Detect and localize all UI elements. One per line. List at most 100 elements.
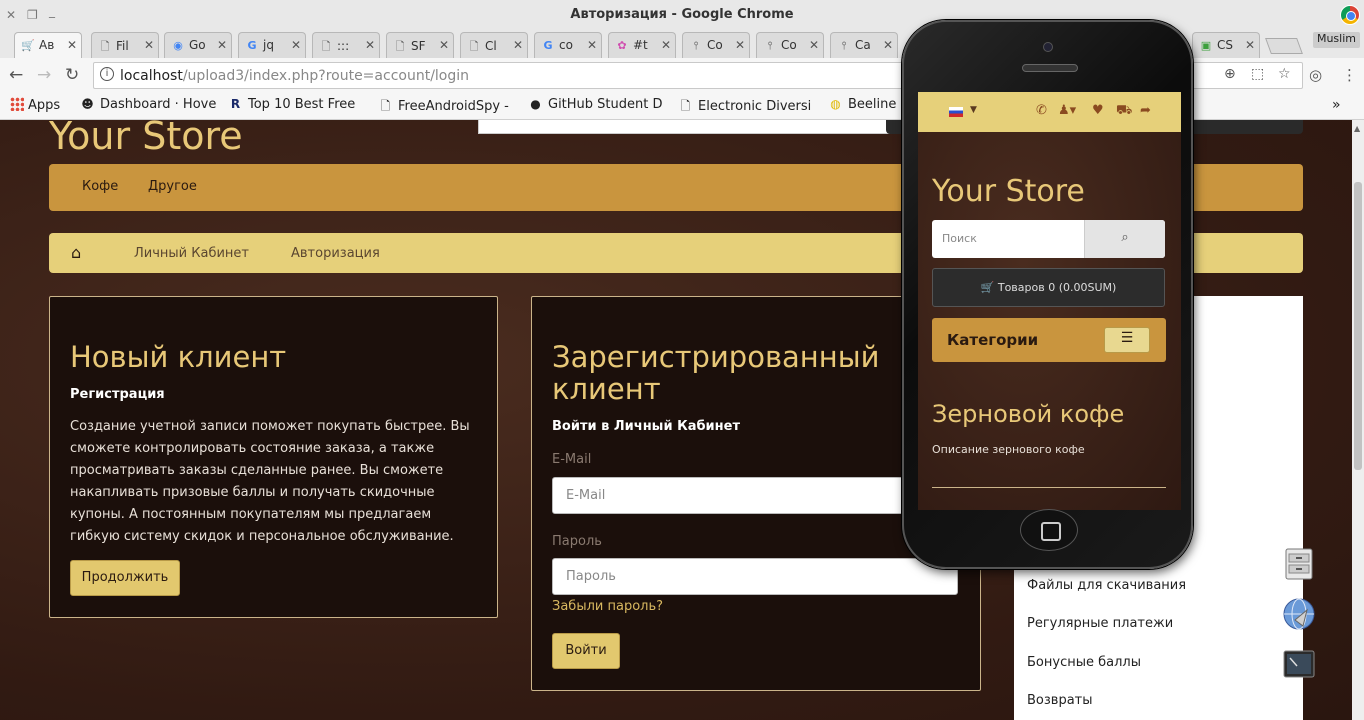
tab-close-icon[interactable]: ✕: [661, 38, 671, 52]
russia-flag-icon[interactable]: [949, 107, 963, 117]
tab-close-icon[interactable]: ✕: [809, 38, 819, 52]
home-icon[interactable]: ⌂: [71, 243, 81, 262]
tab-label: Fil: [116, 39, 129, 53]
tab-close-icon[interactable]: ✕: [144, 38, 154, 52]
tab[interactable]: 🗋 SF ✕: [386, 32, 454, 58]
search-icon[interactable]: ⌕: [1084, 220, 1165, 258]
reload-icon[interactable]: ↻: [65, 65, 79, 85]
forgot-password-link[interactable]: Забыли пароль?: [552, 599, 663, 614]
scrollbar-thumb[interactable]: [1354, 182, 1362, 470]
continue-button[interactable]: Продолжить: [70, 560, 180, 596]
scroll-up-icon[interactable]: ▲: [1354, 124, 1360, 133]
tab[interactable]: ⫯ Co ✕: [682, 32, 750, 58]
password-field[interactable]: Пароль: [552, 558, 958, 595]
terminal-icon[interactable]: [1281, 646, 1317, 682]
email-field[interactable]: E-Mail: [552, 477, 958, 514]
sidebar-item-reward-points[interactable]: Бонусные баллы: [1027, 655, 1141, 670]
profile-button[interactable]: Muslim: [1312, 32, 1360, 48]
category-title: Зерновой кофе: [932, 400, 1125, 428]
forward-icon[interactable]: →: [37, 65, 51, 85]
password-label: Пароль: [552, 534, 602, 549]
new-tab-button[interactable]: [1265, 38, 1303, 54]
tab-close-icon[interactable]: ✕: [587, 38, 597, 52]
bookmark-item[interactable]: ☻ Dashboard · Hove: [80, 97, 218, 112]
tab-close-icon[interactable]: ✕: [513, 38, 523, 52]
tab-label: Ca: [855, 38, 871, 52]
tab-label: :::: [337, 39, 350, 53]
tab[interactable]: Gco ✕: [534, 32, 602, 58]
menu-icon[interactable]: ⋮: [1342, 66, 1357, 84]
tab-close-icon[interactable]: ✕: [365, 38, 375, 52]
register-description: Создание учетной записи поможет покупать…: [70, 419, 470, 544]
tab[interactable]: 🗋::: ✕: [312, 32, 380, 58]
bookmark-item[interactable]: ◍ Beeline: [828, 97, 908, 112]
tab-label: Co: [781, 38, 797, 52]
info-icon[interactable]: i: [100, 67, 114, 81]
phone-cart-button[interactable]: 🛒 Товаров 0 (0.00SUM): [932, 268, 1165, 307]
category-description: Описание зернового кофе: [932, 443, 1085, 456]
file-cabinet-icon[interactable]: [1281, 546, 1317, 582]
tab-close-icon[interactable]: ✕: [217, 38, 227, 52]
zoom-icon[interactable]: ⊕: [1224, 66, 1236, 82]
phone-store-logo[interactable]: Your Store: [932, 174, 1085, 209]
phone-search-input[interactable]: Поиск: [942, 232, 977, 245]
bookmark-star-icon[interactable]: ☆: [1278, 66, 1291, 82]
tab-close-icon[interactable]: ✕: [883, 38, 893, 52]
tab[interactable]: 🗋 Fil ✕: [91, 32, 159, 58]
user-icon[interactable]: ♟▾: [1058, 103, 1076, 118]
tab[interactable]: 🗋 Cl ✕: [460, 32, 528, 58]
breadcrumb-login[interactable]: Авторизация: [291, 246, 380, 261]
tab[interactable]: ⫯ Ca ✕: [830, 32, 898, 58]
back-icon[interactable]: ←: [9, 65, 23, 85]
page-scrollbar[interactable]: ▲: [1352, 120, 1364, 720]
login-button[interactable]: Войти: [552, 633, 620, 669]
shopping-cart-icon: 🛒: [21, 39, 35, 52]
phone-search[interactable]: Поиск ⌕: [932, 220, 1165, 258]
extension-icon[interactable]: ◎: [1309, 66, 1322, 84]
header-search[interactable]: [478, 120, 898, 134]
new-customer-panel: Новый клиент Регистрация Создание учетно…: [49, 296, 498, 618]
chrome-logo-icon: [1340, 5, 1360, 25]
menu-item-coffee[interactable]: Кофе: [82, 179, 118, 194]
translate-icon[interactable]: ⬚: [1251, 66, 1264, 82]
tab-close-icon[interactable]: ✕: [439, 38, 449, 52]
caret-down-icon[interactable]: ▼: [970, 105, 977, 115]
sidebar-item-returns[interactable]: Возвраты: [1027, 693, 1093, 708]
tab-label: #t: [633, 38, 648, 52]
tab[interactable]: Gjq ✕: [238, 32, 306, 58]
cart-icon[interactable]: ⛟: [1116, 103, 1132, 120]
tab-active[interactable]: 🛒 Ав ✕: [14, 32, 82, 58]
more-bookmarks-icon[interactable]: »: [1332, 97, 1341, 113]
tab-close-icon[interactable]: ✕: [1245, 38, 1255, 52]
heart-icon[interactable]: ♥: [1092, 103, 1104, 118]
bookmark-apps[interactable]: Apps: [10, 97, 60, 113]
document-icon: 🗋: [321, 40, 331, 53]
document-icon: 🗋: [680, 99, 691, 113]
bookmark-item[interactable]: 🗋 FreeAndroidSpy -: [378, 97, 516, 118]
bookmark-item[interactable]: ● GitHub Student D: [528, 97, 666, 112]
share-icon[interactable]: ➦: [1140, 103, 1151, 118]
breadcrumb-account[interactable]: Личный Кабинет: [134, 246, 249, 261]
document-icon: 🗋: [100, 40, 110, 53]
phone-icon[interactable]: ✆: [1036, 103, 1047, 118]
tab-close-icon[interactable]: ✕: [291, 38, 301, 52]
tab-close-icon[interactable]: ✕: [735, 38, 745, 52]
menu-item-other[interactable]: Другое: [148, 179, 197, 194]
tab[interactable]: ◉ Go ✕: [164, 32, 232, 58]
tab[interactable]: ▣ CS ✕: [1192, 32, 1260, 58]
phone-preview: ▼ ✆ ♟▾ ♥ ⛟ ➦ Your Store Поиск ⌕ 🛒 Товаро…: [902, 20, 1193, 569]
sidebar-item-downloads[interactable]: Файлы для скачивания: [1027, 578, 1186, 593]
store-logo[interactable]: Your Store: [49, 120, 243, 158]
tab-close-icon[interactable]: ✕: [67, 38, 77, 52]
pin-icon: ⫯: [693, 39, 699, 52]
hamburger-menu-icon[interactable]: ☰: [1104, 327, 1150, 353]
tab[interactable]: ⫯ Co ✕: [756, 32, 824, 58]
bookmark-item[interactable]: R Top 10 Best Free: [228, 97, 366, 112]
phone-home-button[interactable]: [1020, 509, 1078, 551]
window-title: Авторизация - Google Chrome: [570, 7, 794, 22]
tab[interactable]: ✿ #t ✕: [608, 32, 676, 58]
bookmark-item[interactable]: 🗋 Electronic Diversi: [678, 97, 816, 118]
globe-network-icon[interactable]: [1281, 596, 1317, 632]
url-text[interactable]: localhost/upload3/index.php?route=accoun…: [120, 68, 469, 84]
sidebar-item-recurring[interactable]: Регулярные платежи: [1027, 616, 1173, 631]
